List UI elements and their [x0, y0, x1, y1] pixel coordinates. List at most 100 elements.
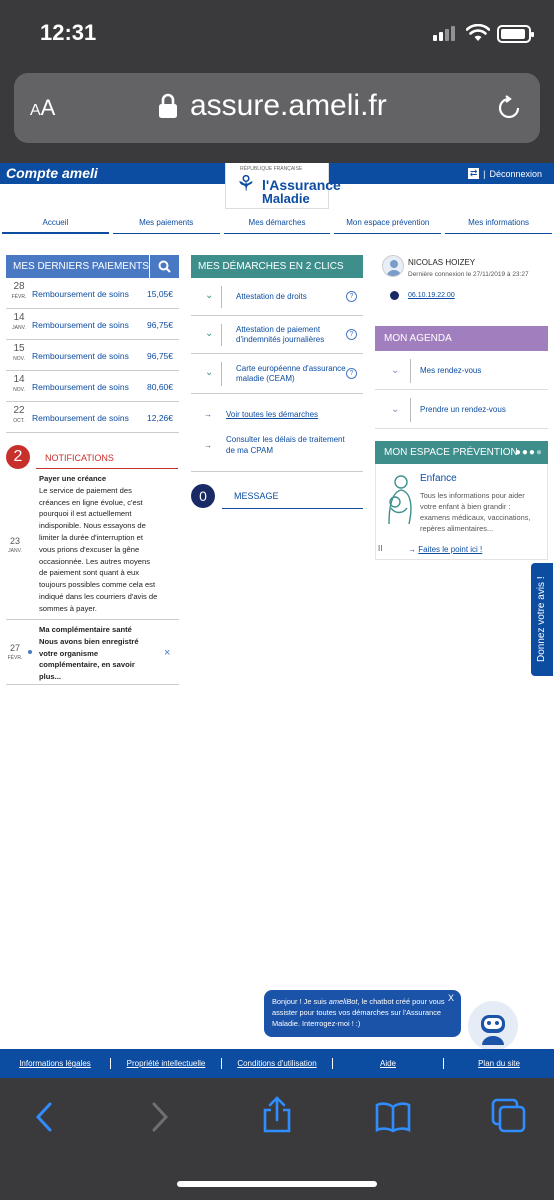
nav-mes-paiements[interactable]: Mes paiements — [112, 218, 220, 234]
demarche-item[interactable]: ⌄ Attestation de droits ? — [191, 278, 363, 316]
chevron-down-icon: ⌄ — [205, 290, 214, 301]
help-icon[interactable]: ? — [346, 329, 357, 340]
notification-line: vous prions d'excuser la gêne — [39, 544, 140, 554]
arrow-right-icon: → — [204, 441, 212, 450]
demarche-item[interactable]: ⌄ Attestation de paiement d'indemnités jo… — [191, 316, 363, 354]
notification-day: 27 — [9, 643, 20, 653]
tabs-icon[interactable] — [491, 1098, 527, 1134]
nav-espace-prevention[interactable]: Mon espace prévention — [334, 218, 442, 234]
url-text[interactable]: assure.ameli.fr — [190, 89, 387, 123]
payment-date: 14 NOV. — [10, 375, 28, 395]
pause-icon[interactable]: II — [378, 544, 382, 553]
payment-row[interactable]: 15 NOV. Remboursement de soins 96,75€ — [6, 340, 179, 371]
logout-link[interactable]: ⇄ | Déconnexion — [468, 168, 542, 179]
footer-help-link[interactable]: Aide — [333, 1058, 444, 1069]
mother-child-icon — [388, 475, 412, 525]
notification-date: 27 FÉVR. — [6, 643, 24, 663]
nav-mes-informations[interactable]: Mes informations — [445, 218, 552, 234]
footer-legal-link[interactable]: Informations légales — [0, 1058, 111, 1069]
demarche-label: Attestation de droits — [236, 292, 307, 302]
notification-line: Nous avons bien enregistré — [39, 636, 139, 646]
item-separator — [221, 362, 222, 386]
notification-line: complémentaire, en savoir — [39, 660, 135, 670]
battery-icon — [497, 25, 534, 43]
agenda-title: MON AGENDA — [375, 326, 548, 351]
item-separator — [410, 359, 411, 383]
nav-accueil[interactable]: Accueil — [2, 218, 109, 234]
footer-ip-link[interactable]: Propriété intellectuelle — [111, 1058, 222, 1069]
reader-options-button[interactable]: AA — [30, 95, 55, 121]
notification-item[interactable]: Payer une créance Le service de paiement… — [39, 473, 179, 615]
chatbot-avatar-icon[interactable] — [468, 1001, 518, 1051]
payment-date: 15 NOV. — [10, 344, 28, 364]
prevention-title-bar: MON ESPACE PRÉVENTION ●●●● — [375, 441, 548, 464]
prevention-card-text: Tous les informations pour aider votre e… — [420, 490, 531, 534]
agenda-item-book-appointment[interactable]: ⌄ Prendre un rendez-vous — [375, 390, 548, 429]
demarche-label: Attestation de paiement d'indemnités jour… — [236, 325, 324, 345]
processing-delays-line: Consulter les délais de traitement — [226, 435, 345, 444]
demarches-panel: MES DÉMARCHES EN 2 CLICS ⌄ Attestation d… — [191, 255, 363, 394]
share-icon[interactable] — [261, 1096, 293, 1134]
notifications-divider — [36, 468, 178, 469]
notification-item[interactable]: Ma complémentaire santé Nous avons bien … — [39, 624, 164, 683]
chevron-down-icon: ⌄ — [205, 328, 214, 339]
messages-divider — [222, 508, 363, 509]
payment-label: Remboursement de soins — [32, 351, 129, 361]
assurance-maladie-logo[interactable]: RÉPUBLIQUE FRANÇAISE ⚘ l'Assurance Malad… — [225, 163, 341, 209]
logout-separator: | — [483, 168, 486, 179]
demarche-label-line: Attestation de droits — [236, 292, 307, 301]
notification-divider — [6, 619, 179, 620]
last-login: Dernière connexion le 27/11/2019 à 23:27 — [408, 271, 529, 278]
close-icon[interactable]: X — [448, 993, 454, 1004]
payment-date: 22 OCT. — [10, 406, 28, 426]
messages-title[interactable]: MESSAGE — [234, 491, 279, 501]
feedback-tab[interactable]: Donnez votre avis ! — [531, 563, 553, 676]
prevention-title: MON ESPACE PRÉVENTION — [384, 447, 518, 458]
demarches-title-text: MES DÉMARCHES EN 2 CLICS — [198, 261, 344, 272]
payment-label: Remboursement de soins — [32, 382, 129, 392]
back-icon[interactable] — [32, 1100, 58, 1134]
phone-number[interactable]: 06.10.19.22.00 — [408, 292, 455, 299]
notification-line: sommes à payer. — [39, 603, 97, 613]
agenda-item-my-appointments[interactable]: ⌄ Mes rendez-vous — [375, 351, 548, 390]
processing-delays-line: de ma CPAM — [226, 446, 273, 455]
help-icon[interactable]: ? — [346, 291, 357, 302]
payment-amount: 96,75€ — [147, 351, 173, 361]
payment-row[interactable]: 14 NOV. Remboursement de soins 80,60€ — [6, 371, 179, 402]
chevron-down-icon: ⌄ — [205, 367, 214, 378]
reload-icon[interactable] — [496, 95, 522, 121]
prevention-card-line: repères alimentaires... — [420, 524, 494, 533]
notification-line: Le service de paiement des — [39, 485, 132, 495]
payment-row[interactable]: 14 JANV. Remboursement de soins 96,75€ — [6, 309, 179, 340]
payment-day: 14 — [13, 312, 25, 323]
address-bar[interactable]: AA assure.ameli.fr — [14, 73, 540, 143]
prevention-link-label: Faites le point ici ! — [418, 545, 483, 554]
payment-row[interactable]: 28 FÉVR. Remboursement de soins 15,05€ — [6, 278, 179, 309]
notification-line: toujours possibles comme cela est — [39, 580, 156, 590]
search-icon[interactable] — [149, 255, 179, 278]
notification-line: indisponible. Nous essayons de — [39, 521, 146, 531]
demarche-item[interactable]: ⌄ Carte européenne d'assurance maladie (C… — [191, 354, 363, 394]
demarches-divider — [191, 471, 363, 472]
nav-mes-demarches[interactable]: Mes démarches — [223, 218, 331, 234]
payment-month: NOV. — [13, 387, 25, 393]
demarche-label-line: Attestation de paiement — [236, 325, 321, 334]
close-icon[interactable]: × — [164, 647, 170, 659]
payment-row[interactable]: 22 OCT. Remboursement de soins 12,26€ — [6, 402, 179, 433]
prevention-link[interactable]: → Faites le point ici ! — [408, 545, 482, 554]
footer-sitemap-link[interactable]: Plan du site — [444, 1058, 554, 1069]
prevention-card[interactable]: Enfance Tous les informations pour aider… — [375, 464, 548, 560]
help-icon[interactable]: ? — [346, 368, 357, 379]
chatbot-name: ameliBot — [328, 997, 358, 1006]
payment-day: 15 — [13, 343, 25, 354]
processing-delays-link[interactable]: → Consulter les délais de traitement de ma… — [204, 434, 345, 456]
carousel-dots[interactable]: ●●●● — [515, 441, 543, 464]
bookmarks-icon[interactable] — [375, 1100, 411, 1134]
chatbot-bubble[interactable]: X Bonjour ! Je suis ameliBot, le chatbot… — [264, 990, 461, 1037]
forward-icon[interactable] — [146, 1100, 172, 1134]
brand-title[interactable]: Compte ameli — [6, 165, 98, 181]
payment-amount: 15,05€ — [147, 289, 173, 299]
footer-terms-link[interactable]: Conditions d'utilisation — [222, 1058, 333, 1069]
home-indicator[interactable] — [177, 1181, 377, 1187]
see-all-demarches-link[interactable]: → Voir toutes les démarches — [204, 409, 318, 420]
